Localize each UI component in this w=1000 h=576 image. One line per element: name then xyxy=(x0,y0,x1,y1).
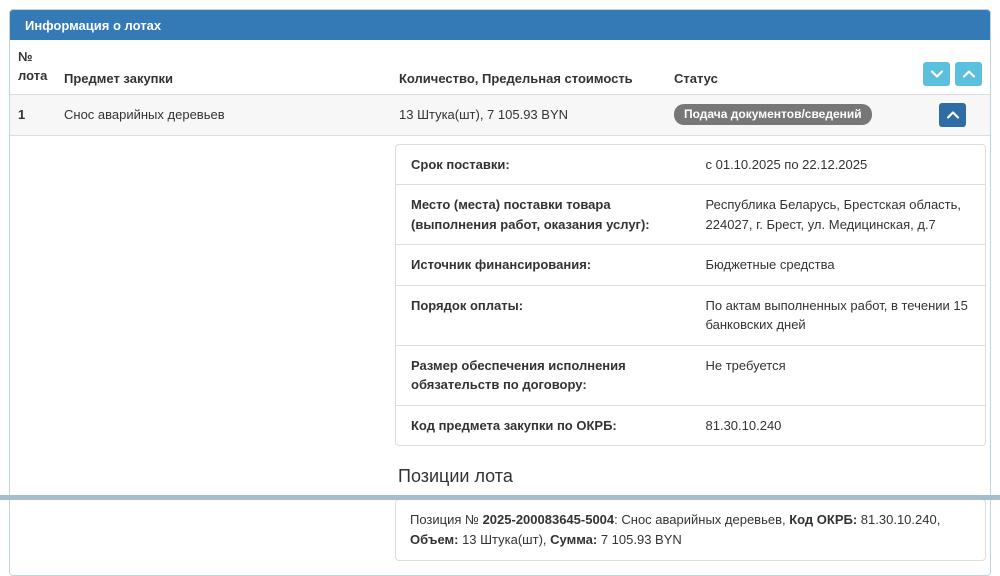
lots-table-header-row: № лота Предмет закупки Количество, Преде… xyxy=(10,40,990,94)
lot-number-cell: 1 xyxy=(10,94,56,135)
lot-details-table: Срок поставки: с 01.10.2025 по 22.12.202… xyxy=(395,144,986,447)
detail-row-delivery-period: Срок поставки: с 01.10.2025 по 22.12.202… xyxy=(396,145,985,185)
position-sum-label: Сумма: xyxy=(550,532,597,547)
status-badge: Подача документов/сведений xyxy=(674,104,872,125)
lot-detail-row: Срок поставки: с 01.10.2025 по 22.12.202… xyxy=(10,135,990,575)
lot-status-cell: Подача документов/сведений xyxy=(666,94,906,135)
detail-row-okrb-code: Код предмета закупки по ОКРБ: 81.30.10.2… xyxy=(396,405,985,446)
detail-value: с 01.10.2025 по 22.12.2025 xyxy=(691,145,986,185)
position-volume-value: 13 Штука(шт), xyxy=(458,532,550,547)
column-header-subject: Предмет закупки xyxy=(56,40,391,94)
detail-label: Код предмета закупки по ОКРБ: xyxy=(396,406,691,446)
lot-actions-cell xyxy=(906,94,990,135)
position-okrb-label: Код ОКРБ: xyxy=(789,512,857,527)
expand-all-button[interactable] xyxy=(955,62,982,86)
position-okrb-value: 81.30.10.240, xyxy=(857,512,940,527)
panel-title: Информация о лотах xyxy=(10,10,990,40)
position-prefix: Позиция № xyxy=(410,512,483,527)
position-volume-label: Объем: xyxy=(410,532,458,547)
detail-value: 81.30.10.240 xyxy=(691,406,986,446)
chevron-up-icon xyxy=(946,110,960,120)
detail-row-security-amount: Размер обеспечения исполнения обязательс… xyxy=(396,345,985,405)
detail-label: Порядок оплаты: xyxy=(396,286,691,345)
detail-value: Бюджетные средства xyxy=(691,245,986,285)
chevron-down-icon xyxy=(930,69,944,79)
detail-label: Место (места) поставки товара (выполнени… xyxy=(396,185,691,244)
detail-value: По актам выполненных работ, в течении 15… xyxy=(691,286,986,345)
detail-label: Срок поставки: xyxy=(396,145,691,185)
detail-label: Источник финансирования: xyxy=(396,245,691,285)
column-header-lot-number: № лота xyxy=(10,40,56,94)
column-header-actions xyxy=(906,40,990,94)
collapse-lot-button[interactable] xyxy=(939,103,966,127)
detail-row-delivery-place: Место (места) поставки товара (выполнени… xyxy=(396,184,985,244)
detail-value: Республика Беларусь, Брестская область, … xyxy=(691,185,986,244)
position-sum-value: 7 105.93 BYN xyxy=(597,532,682,547)
lot-subject-cell: Снос аварийных деревьев xyxy=(56,94,391,135)
page-bottom-strip xyxy=(0,495,1000,500)
detail-row-financing-source: Источник финансирования: Бюджетные средс… xyxy=(396,244,985,285)
positions-section-title: Позиции лота xyxy=(398,466,986,487)
detail-value: Не требуется xyxy=(691,346,986,405)
detail-label: Размер обеспечения исполнения обязательс… xyxy=(396,346,691,405)
position-item: Позиция № 2025-200083645-5004: Снос авар… xyxy=(395,499,986,561)
position-subject: : Снос аварийных деревьев, xyxy=(614,512,789,527)
collapse-all-button[interactable] xyxy=(923,62,950,86)
column-header-quantity: Количество, Предельная стоимость xyxy=(391,40,666,94)
column-header-status: Статус xyxy=(666,40,906,94)
lot-row: 1 Снос аварийных деревьев 13 Штука(шт), … xyxy=(10,94,990,135)
lot-quantity-cell: 13 Штука(шт), 7 105.93 BYN xyxy=(391,94,666,135)
position-number: 2025-200083645-5004 xyxy=(483,512,615,527)
detail-row-payment-order: Порядок оплаты: По актам выполненных раб… xyxy=(396,285,985,345)
chevron-up-icon xyxy=(962,69,976,79)
